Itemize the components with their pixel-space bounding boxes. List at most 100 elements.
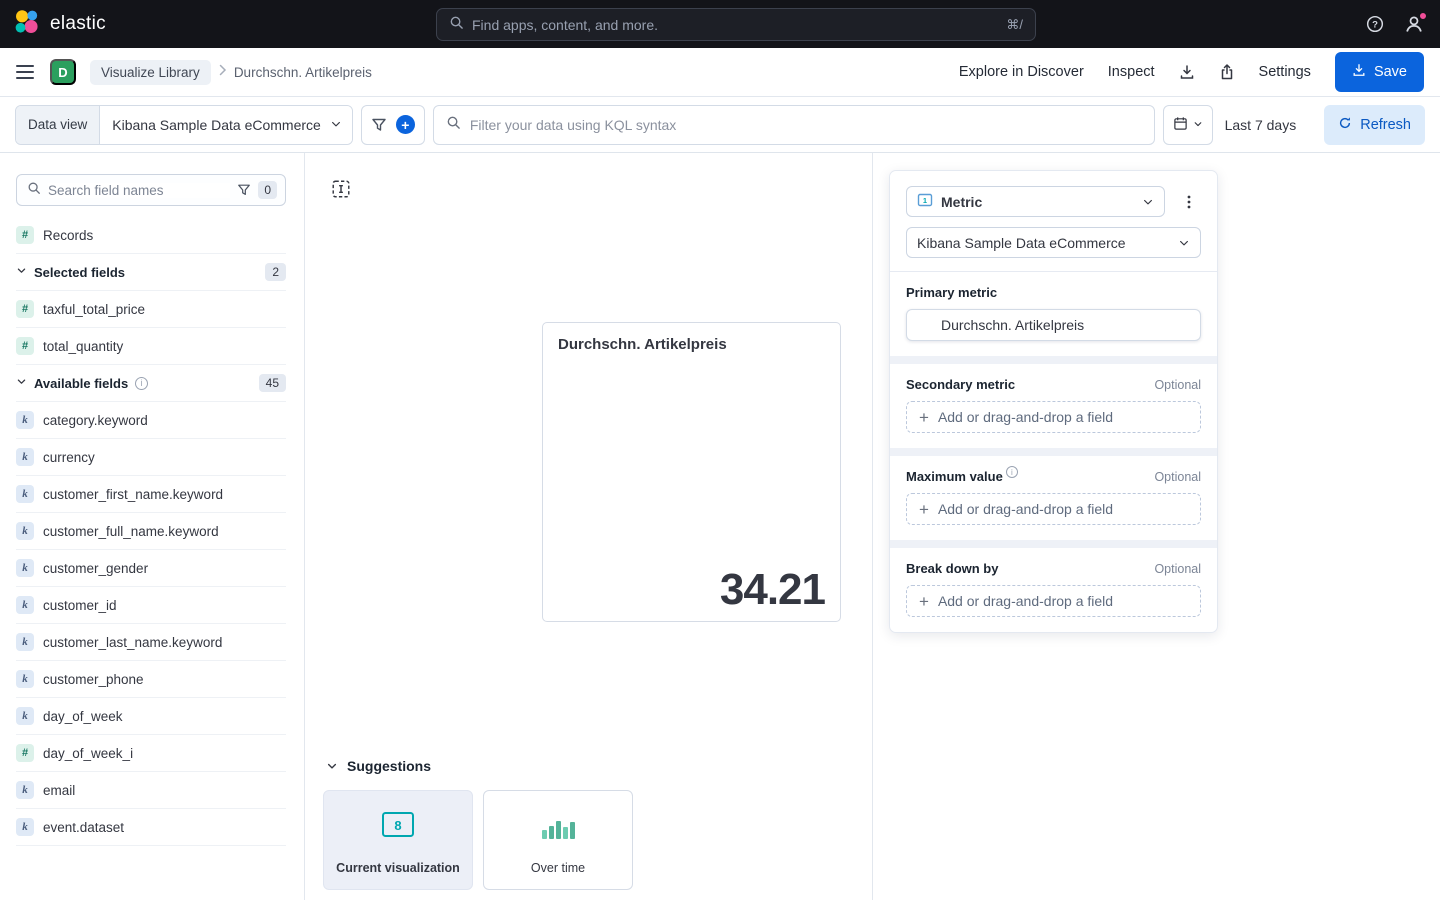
share-icon[interactable] — [1219, 64, 1235, 80]
chevron-down-icon[interactable] — [326, 760, 338, 772]
add-field-button[interactable]: +Add or drag-and-drop a field — [906, 493, 1201, 525]
field-list-item[interactable]: k category.keyword — [16, 402, 286, 439]
plus-icon: + — [919, 409, 929, 426]
dimension-group-title: Break down by — [906, 561, 998, 576]
kql-search-bar[interactable] — [433, 105, 1155, 145]
optional-label: Optional — [1154, 378, 1201, 392]
metric-visualization[interactable]: Durchschn. Artikelpreis 34.21 — [542, 322, 841, 622]
data-view-picker: Data view Kibana Sample Data eCommerce — [15, 105, 353, 145]
field-list-item[interactable]: #taxful_total_price — [16, 291, 286, 328]
field-list-item-records[interactable]: # Records — [16, 217, 286, 254]
field-name: category.keyword — [43, 412, 148, 429]
optional-label: Optional — [1154, 470, 1201, 484]
refresh-button[interactable]: Refresh — [1324, 105, 1425, 145]
settings-button[interactable]: Settings — [1259, 64, 1311, 80]
field-list-item[interactable]: #day_of_week_i — [16, 735, 286, 772]
field-name: total_quantity — [43, 338, 123, 355]
selected-fields-header[interactable]: Selected fields 2 — [16, 254, 286, 291]
keyword-field-icon: k — [16, 596, 34, 614]
data-view-value: Kibana Sample Data eCommerce — [112, 117, 321, 133]
field-filter-funnel-icon[interactable] — [237, 183, 251, 197]
calendar-icon — [1173, 116, 1188, 134]
dimension-group-header: Primary metric — [906, 285, 1201, 300]
elastic-home-link[interactable]: elastic — [14, 9, 106, 40]
field-name: currency — [43, 449, 95, 466]
field-list-item[interactable]: #total_quantity — [16, 328, 286, 365]
field-list-item[interactable]: kemail — [16, 772, 286, 809]
breadcrumb-visualize-library[interactable]: Visualize Library — [90, 60, 211, 85]
kql-input[interactable] — [470, 117, 1142, 133]
chevron-down-icon — [16, 374, 27, 392]
suggestion-label: Current visualization — [324, 861, 472, 875]
field-list-item[interactable]: k customer_id — [16, 587, 286, 624]
field-list-item[interactable]: kcustomer_full_name.keyword — [16, 513, 286, 550]
field-list-item[interactable]: kcustomer_first_name.keyword — [16, 476, 286, 513]
field-list-item[interactable]: kcustomer_gender — [16, 550, 286, 587]
bar-chart-icon — [484, 811, 632, 841]
field-list-item[interactable]: kcustomer_phone — [16, 661, 286, 698]
notification-dot — [1419, 12, 1427, 20]
plus-icon: + — [919, 501, 929, 518]
data-view-label: Data view — [16, 106, 100, 144]
header-actions: ? — [1366, 0, 1424, 48]
global-header: elastic ⌘/ ? — [0, 0, 1440, 48]
date-quick-select[interactable] — [1163, 105, 1213, 145]
filter-funnel-icon[interactable] — [371, 117, 387, 133]
data-view-select[interactable]: Kibana Sample Data eCommerce — [100, 106, 352, 144]
dimension-group-title: Maximum valuei — [906, 469, 1018, 484]
query-bar: Data view Kibana Sample Data eCommerce + — [0, 97, 1440, 153]
global-search[interactable]: ⌘/ — [436, 8, 1036, 41]
explore-in-discover-button[interactable]: Explore in Discover — [959, 64, 1084, 80]
add-field-button[interactable]: +Add or drag-and-drop a field — [906, 585, 1201, 617]
save-button[interactable]: Save — [1335, 52, 1424, 92]
download-icon[interactable] — [1179, 64, 1195, 80]
breadcrumb: Visualize Library Durchschn. Artikelprei… — [90, 60, 372, 85]
add-field-button[interactable]: + Add or drag-and-drop a field — [906, 401, 1201, 433]
main-content: 0 # Records Selected fields 2 #taxful_to… — [0, 153, 1440, 900]
selected-fields-title: Selected fields — [34, 265, 125, 280]
suggestions-list: 8 Current visualization Over time — [323, 790, 633, 890]
time-range-button[interactable]: Last 7 days — [1213, 117, 1309, 133]
dimension-group-header: Secondary metricOptional — [906, 377, 1201, 392]
field-name: taxful_total_price — [43, 301, 145, 318]
suggestion-over-time[interactable]: Over time — [483, 790, 633, 890]
chevron-right-icon — [218, 63, 227, 81]
field-list-item[interactable]: kcustomer_last_name.keyword — [16, 624, 286, 661]
available-fields-header[interactable]: Available fields i 45 — [16, 365, 286, 402]
field-name: customer_full_name.keyword — [43, 523, 219, 540]
inspect-button[interactable]: Inspect — [1108, 64, 1155, 80]
keyword-field-icon: k — [16, 781, 34, 799]
field-list-item[interactable]: kday_of_week — [16, 698, 286, 735]
space-avatar[interactable]: D — [50, 59, 76, 85]
number-field-icon: # — [16, 226, 34, 244]
field-search-box[interactable]: 0 — [16, 174, 286, 206]
navbar-actions: Explore in Discover Inspect Settings Sav… — [959, 52, 1424, 92]
user-notifications-button[interactable] — [1404, 14, 1424, 34]
field-search-input[interactable] — [48, 183, 230, 198]
suggestions-title: Suggestions — [347, 758, 431, 774]
field-name: customer_id — [43, 597, 117, 614]
workspace-frame-icon[interactable] — [325, 173, 357, 205]
add-field-label: Add or drag-and-drop a field — [938, 409, 1113, 425]
dimension-button[interactable]: Durchschn. Artikelpreis — [906, 309, 1201, 341]
info-icon[interactable]: i — [135, 377, 148, 390]
field-list-item[interactable]: kcurrency — [16, 439, 286, 476]
keyword-field-icon: k — [16, 485, 34, 503]
info-icon[interactable]: i — [1006, 466, 1018, 478]
menu-toggle-icon[interactable] — [16, 64, 36, 80]
field-name: customer_gender — [43, 560, 148, 577]
chevron-down-icon — [1142, 196, 1154, 208]
keyword-field-icon: k — [16, 411, 34, 429]
metric-number-icon: 8 — [324, 811, 472, 841]
global-search-input[interactable] — [472, 17, 998, 33]
chart-type-value: Metric — [941, 194, 982, 210]
suggestion-current-visualization[interactable]: 8 Current visualization — [323, 790, 473, 890]
help-button[interactable]: ? — [1366, 15, 1384, 33]
layer-data-view-select[interactable]: Kibana Sample Data eCommerce — [906, 227, 1201, 258]
add-filter-icon[interactable]: + — [396, 115, 415, 134]
layer-actions-kebab-icon[interactable] — [1177, 190, 1201, 214]
app-navbar: D Visualize Library Durchschn. Artikelpr… — [0, 48, 1440, 97]
dimension-group-title: Primary metric — [906, 285, 997, 300]
field-list-item[interactable]: kevent.dataset — [16, 809, 286, 846]
chart-type-select[interactable]: 1 Metric — [906, 186, 1165, 217]
